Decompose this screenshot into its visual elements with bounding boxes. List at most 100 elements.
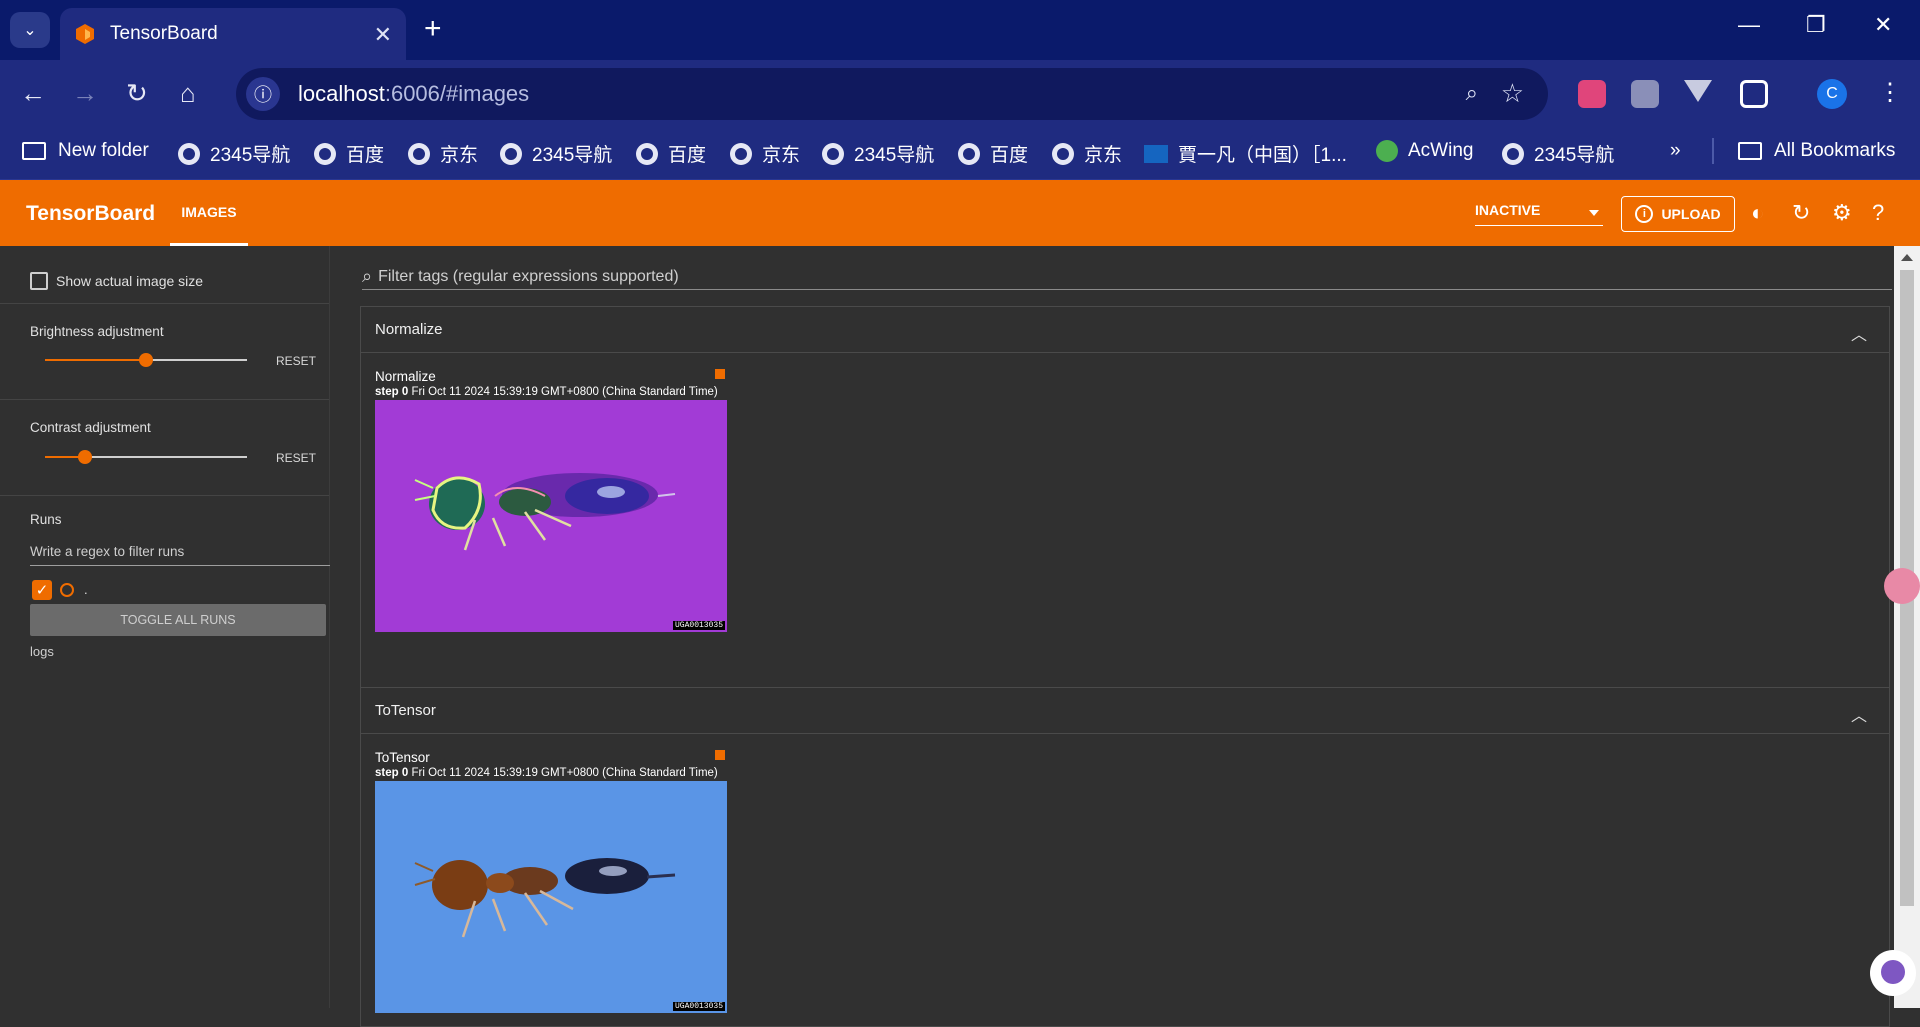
all-bookmarks[interactable]: All Bookmarks <box>1738 140 1895 162</box>
show-actual-size-checkbox[interactable] <box>30 272 48 290</box>
bookmark-item[interactable]: 京东 <box>408 140 478 167</box>
tab-search-button[interactable]: ⌄ <box>10 12 50 48</box>
tv-extension-icon[interactable] <box>1631 80 1659 108</box>
bookmark-item[interactable]: 京东 <box>730 140 800 167</box>
card-title: Normalize <box>375 369 436 384</box>
zoom-icon[interactable]: ⌕ <box>1466 80 1478 106</box>
tag-group-normalize: Normalize ︿ Normalize step 0 Fri Oct 11 … <box>360 306 1890 688</box>
bookmarks-divider <box>1712 138 1714 164</box>
bookmark-item[interactable]: 百度 <box>636 140 706 167</box>
normalized-ant-image[interactable]: UGA0013035 <box>375 400 727 632</box>
group-title: ToTensor <box>375 702 436 719</box>
card-step: step 0 Fri Oct 11 2024 15:39:19 GMT+0800… <box>375 386 718 398</box>
nhk-icon <box>1144 144 1168 163</box>
ant-illustration-normalized <box>375 400 727 632</box>
group-header[interactable]: Normalize ︿ <box>361 307 1889 353</box>
app-title: TensorBoard <box>26 202 156 225</box>
folder-icon <box>1738 142 1762 160</box>
run-state-select[interactable]: INACTIVE <box>1475 202 1603 226</box>
brain-icon <box>1881 960 1905 984</box>
back-icon[interactable]: ← <box>20 78 46 108</box>
refresh-icon[interactable]: ↻ <box>1792 200 1810 226</box>
brightness-slider-thumb[interactable] <box>139 353 153 367</box>
bookmark-item[interactable]: 百度 <box>314 140 384 167</box>
browser-tab[interactable]: TensorBoard ✕ <box>60 8 406 60</box>
contrast-reset-button[interactable]: RESET <box>276 451 316 465</box>
upload-label: UPLOAD <box>1661 206 1721 222</box>
floating-translate-icon[interactable] <box>1884 568 1920 604</box>
globe-icon <box>178 142 200 165</box>
runs-filter-input[interactable]: Write a regex to filter runs <box>30 544 330 566</box>
forward-icon[interactable]: → <box>72 78 98 108</box>
page-scrollbar[interactable] <box>1894 246 1920 1008</box>
bookmark-item[interactable]: 2345导航 <box>178 140 290 167</box>
images-dashboard: ⌕ Filter tags (regular expressions suppo… <box>330 246 1892 1027</box>
group-title: Normalize <box>375 321 443 338</box>
url-text: localhost:6006/#images <box>298 81 530 106</box>
reload-icon[interactable]: ↻ <box>126 78 148 108</box>
profile-avatar[interactable]: C <box>1817 79 1847 109</box>
contrast-section: Contrast adjustment RESET <box>0 400 329 496</box>
run-color-flag <box>715 369 725 379</box>
upload-button[interactable]: i UPLOAD <box>1621 196 1735 232</box>
contrast-slider[interactable] <box>45 450 247 464</box>
close-window-icon[interactable]: ✕ <box>1874 12 1892 38</box>
brightness-section: Brightness adjustment RESET <box>0 304 329 400</box>
settings-gear-icon[interactable]: ⚙ <box>1832 200 1852 226</box>
floating-assistant-icon[interactable] <box>1870 950 1916 996</box>
bookmark-item[interactable]: 百度 <box>958 140 1028 167</box>
minimize-icon[interactable]: — <box>1738 12 1760 38</box>
contrast-slider-thumb[interactable] <box>78 450 93 464</box>
run-checkbox[interactable]: ✓ <box>32 580 52 600</box>
vue-extension-icon[interactable] <box>1684 80 1712 102</box>
toggle-all-runs-button[interactable]: TOGGLE ALL RUNS <box>30 604 326 636</box>
run-directory: logs <box>30 644 54 659</box>
bookmark-item[interactable]: New folder <box>22 140 149 162</box>
help-icon[interactable]: ? <box>1872 200 1884 226</box>
extensions-puzzle-icon[interactable] <box>1740 80 1768 108</box>
tab-images[interactable]: IMAGES <box>170 180 248 246</box>
globe-icon <box>500 142 522 165</box>
tag-filter-input[interactable]: ⌕ Filter tags (regular expressions suppo… <box>362 264 1892 290</box>
tensor-ant-image[interactable]: UGA0013035 <box>375 781 727 1013</box>
new-tab-button[interactable]: + <box>424 14 442 44</box>
bookmark-item[interactable]: AcWing <box>1376 140 1473 162</box>
bookmark-item[interactable]: 賈一凡（中国）［1... <box>1144 140 1347 167</box>
bookmark-item[interactable]: 2345导航 <box>822 140 934 167</box>
site-info-icon[interactable]: ⓘ <box>246 77 280 111</box>
bookmark-item[interactable]: 2345导航 <box>500 140 612 167</box>
more-bookmarks-icon[interactable]: » <box>1670 140 1681 162</box>
bookmark-item[interactable]: 京东 <box>1052 140 1122 167</box>
theme-toggle-icon[interactable]: ◐ <box>1751 200 1764 226</box>
browser-menu-icon[interactable]: ⋮ <box>1878 78 1902 107</box>
run-color-swatch[interactable] <box>60 583 74 597</box>
run-color-flag <box>715 750 725 760</box>
chevron-up-icon[interactable]: ︿ <box>1851 702 1867 726</box>
globe-icon <box>730 142 752 165</box>
brightness-label: Brightness adjustment <box>30 324 164 339</box>
home-icon[interactable]: ⌂ <box>180 78 196 108</box>
show-size-section: Show actual image size <box>0 246 329 304</box>
address-bar[interactable]: ⓘ localhost:6006/#images ⌕ ☆ <box>236 68 1548 120</box>
info-icon: i <box>1635 205 1654 223</box>
tensorboard-favicon-icon <box>76 24 94 44</box>
tab-title: TensorBoard <box>110 23 218 44</box>
globe-icon <box>1502 142 1524 165</box>
restore-icon[interactable]: ❐ <box>1806 12 1826 38</box>
brightness-slider[interactable] <box>45 353 247 367</box>
run-label: . <box>84 582 88 597</box>
chevron-up-icon[interactable]: ︿ <box>1851 321 1867 345</box>
dropdown-caret-icon <box>1589 210 1599 216</box>
globe-icon <box>822 142 844 165</box>
group-header[interactable]: ToTensor ︿ <box>361 688 1889 734</box>
tab-close-icon[interactable]: ✕ <box>374 22 392 48</box>
scroll-up-arrow-icon[interactable] <box>1901 254 1913 261</box>
bookmark-star-icon[interactable]: ☆ <box>1501 78 1524 109</box>
translate-extension-icon[interactable] <box>1578 80 1606 108</box>
folder-icon <box>22 142 46 160</box>
tag-group-totensor: ToTensor ︿ ToTensor step 0 Fri Oct 11 20… <box>360 687 1890 1027</box>
bookmark-item[interactable]: 2345导航 <box>1502 140 1614 167</box>
brightness-reset-button[interactable]: RESET <box>276 354 316 368</box>
image-caption: UGA0013035 <box>672 1002 725 1011</box>
chevron-down-icon: ⌄ <box>23 22 37 39</box>
